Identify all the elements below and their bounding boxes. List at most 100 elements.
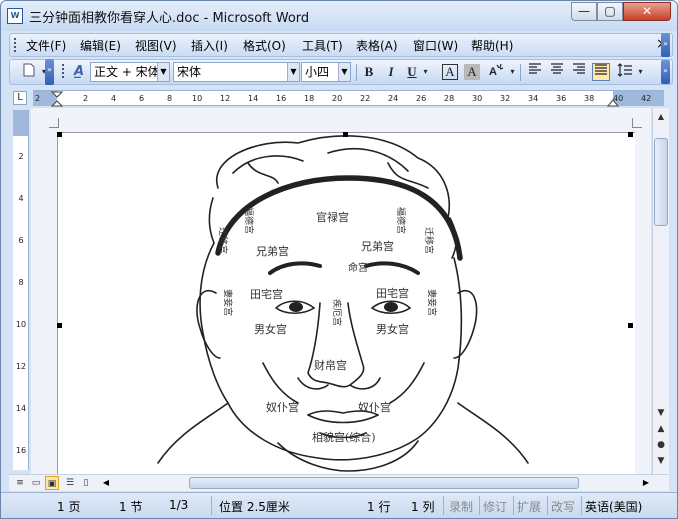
menu-format[interactable]: 格式(O): [243, 37, 286, 54]
menu-insert[interactable]: 插入(I): [191, 37, 228, 54]
next-page-icon[interactable]: ▼: [653, 454, 669, 468]
document-page[interactable]: 官禄宫 奴仆宫 命宫 兄弟宫 兄弟宫 田宅宫 田宅宫 男女宫 男女宫 财帛宫 奴…: [57, 132, 635, 475]
horizontal-scroll-thumb[interactable]: [189, 477, 579, 489]
face-reading-image[interactable]: 官禄宫 奴仆宫 命宫 兄弟宫 兄弟宫 田宅宫 田宅宫 男女宫 男女宫 财帛宫 奴…: [58, 133, 636, 476]
underline-options-icon[interactable]: ▾: [421, 63, 430, 81]
highlight-options-icon[interactable]: ▾: [508, 63, 517, 81]
outline-view-icon[interactable]: ☰: [63, 476, 77, 490]
web-layout-icon[interactable]: ▭: [29, 476, 43, 490]
menu-file[interactable]: 文件(F): [26, 37, 66, 54]
maximize-button[interactable]: ▢: [597, 2, 623, 21]
menu-help[interactable]: 帮助(H): [471, 37, 513, 54]
status-separator: [211, 496, 212, 515]
scroll-down-icon[interactable]: ▼: [653, 406, 669, 420]
label-nannv-left: 男女宫: [254, 322, 287, 336]
align-center-icon[interactable]: [548, 63, 566, 81]
indent-marker-icon[interactable]: [51, 91, 63, 107]
status-extend[interactable]: 扩展: [517, 498, 541, 515]
window-title: 三分钟面相教你看穿人心.doc - Microsoft Word: [29, 11, 310, 26]
document-area[interactable]: 官禄宫 奴仆宫 命宫 兄弟宫 兄弟宫 田宅宫 田宅宫 男女宫 男女宫 财帛宫 奴…: [31, 108, 651, 475]
style-select[interactable]: 正文 + 宋体 ▼: [90, 62, 170, 82]
ruler-tick: 32: [500, 94, 511, 103]
label-nannv-right: 男女宫: [376, 322, 409, 336]
bold-button[interactable]: B: [360, 63, 378, 81]
char-border-button[interactable]: A: [442, 64, 458, 80]
normal-view-icon[interactable]: ≡: [13, 476, 27, 490]
status-pages: 1/3: [169, 498, 189, 512]
scroll-up-icon[interactable]: ▲: [653, 108, 669, 125]
status-overtype[interactable]: 改写: [551, 498, 575, 515]
label-qianyi-right: 迁移宫: [423, 227, 435, 254]
char-shading-button[interactable]: A: [464, 64, 480, 80]
status-bar: 1 页 1 节 1/3 位置 2.5厘米 1 行 1 列 录制 修订 扩展 改写…: [1, 492, 677, 518]
menu-tools[interactable]: 工具(T): [302, 37, 343, 54]
align-right-icon[interactable]: [570, 63, 588, 81]
line-spacing-options-icon[interactable]: ▾: [636, 63, 645, 81]
image-resize-handle[interactable]: [343, 132, 348, 137]
underline-button[interactable]: U: [403, 63, 421, 81]
vruler-tick: 10: [15, 320, 27, 329]
label-fude-right: 福德宫: [395, 207, 407, 234]
horizontal-scrollbar[interactable]: ≡ ▭ ▣ ☰ ▯ ◀ ▶: [9, 474, 669, 491]
image-resize-handle[interactable]: [628, 132, 633, 137]
status-track-changes[interactable]: 修订: [483, 498, 507, 515]
tab-stop-selector[interactable]: L: [13, 91, 27, 105]
image-resize-handle[interactable]: [57, 132, 62, 137]
menu-view[interactable]: 视图(V): [135, 37, 177, 54]
minimize-button[interactable]: —: [571, 2, 597, 21]
align-left-icon[interactable]: [526, 63, 544, 81]
vruler-tick: 6: [18, 236, 24, 245]
status-language[interactable]: 英语(美国): [585, 498, 642, 515]
vertical-scroll-thumb[interactable]: [654, 138, 668, 226]
horizontal-ruler[interactable]: 2 2 4 6 8 10 12 14 16 18 20 22 24 26 28 …: [33, 90, 664, 107]
vertical-scrollbar[interactable]: ▲ ▼ ▲ ● ▼: [652, 108, 669, 474]
margin-corner-mark: [632, 118, 642, 128]
status-separator: [513, 496, 514, 515]
ruler-tick: 2: [35, 94, 41, 103]
scroll-right-icon[interactable]: ▶: [639, 476, 653, 490]
select-browse-object-icon[interactable]: ●: [653, 438, 669, 452]
close-button[interactable]: ✕: [623, 2, 671, 21]
italic-button[interactable]: I: [382, 63, 400, 81]
new-document-icon[interactable]: [20, 63, 38, 81]
margin-corner-mark: [49, 118, 59, 128]
highlight-button[interactable]: A: [486, 63, 508, 81]
vruler-tick: 16: [15, 446, 27, 455]
line-spacing-icon[interactable]: [616, 63, 634, 81]
menubar-grip-icon[interactable]: [14, 38, 17, 52]
chevron-down-icon[interactable]: ▼: [338, 63, 350, 81]
font-size-select[interactable]: 小四 ▼: [301, 62, 351, 82]
scroll-left-icon[interactable]: ◀: [99, 476, 113, 490]
font-select[interactable]: 宋体 ▼: [173, 62, 300, 82]
toolbar-grip-icon[interactable]: [62, 64, 65, 78]
vruler-top-margin: [13, 110, 28, 136]
status-section: 1 节: [119, 500, 143, 514]
label-qiqie-left: 妻妾宫: [222, 289, 234, 316]
status-separator: [547, 496, 548, 515]
toolbar-overflow-icon[interactable]: »: [661, 60, 670, 84]
ruler-tick: 18: [304, 94, 315, 103]
ruler-tick: 8: [167, 94, 173, 103]
menu-edit[interactable]: 编辑(E): [80, 37, 121, 54]
ruler-tick: 30: [472, 94, 483, 103]
word-doc-icon[interactable]: W: [7, 8, 23, 24]
previous-page-icon[interactable]: ▲: [653, 422, 669, 436]
justify-icon[interactable]: [592, 63, 610, 81]
vruler-tick: 2: [18, 152, 24, 161]
print-layout-icon[interactable]: ▣: [45, 476, 59, 490]
menubar-overflow-icon[interactable]: »: [661, 33, 670, 57]
chevron-down-icon[interactable]: ▼: [287, 63, 299, 81]
image-resize-handle[interactable]: [628, 323, 633, 328]
status-record[interactable]: 录制: [449, 498, 473, 515]
toolbar-overflow-left-icon[interactable]: »: [45, 59, 54, 85]
menu-window[interactable]: 窗口(W): [413, 37, 458, 54]
menu-table[interactable]: 表格(A): [356, 37, 398, 54]
image-resize-handle[interactable]: [57, 323, 62, 328]
reading-layout-icon[interactable]: ▯: [79, 476, 93, 490]
styles-formatting-icon[interactable]: A̲: [70, 63, 88, 81]
ruler-tick: 28: [444, 94, 455, 103]
chevron-down-icon[interactable]: ▼: [157, 63, 169, 81]
formatting-toolbar: ▾ A̲ 正文 + 宋体 ▼ 宋体 ▼ 小四 ▼ B I U ▾ A A A ▾: [9, 59, 673, 85]
vertical-ruler[interactable]: 2 4 6 8 10 12 14 16: [13, 110, 29, 470]
label-qianyi-left: 迁移宫: [217, 227, 229, 254]
